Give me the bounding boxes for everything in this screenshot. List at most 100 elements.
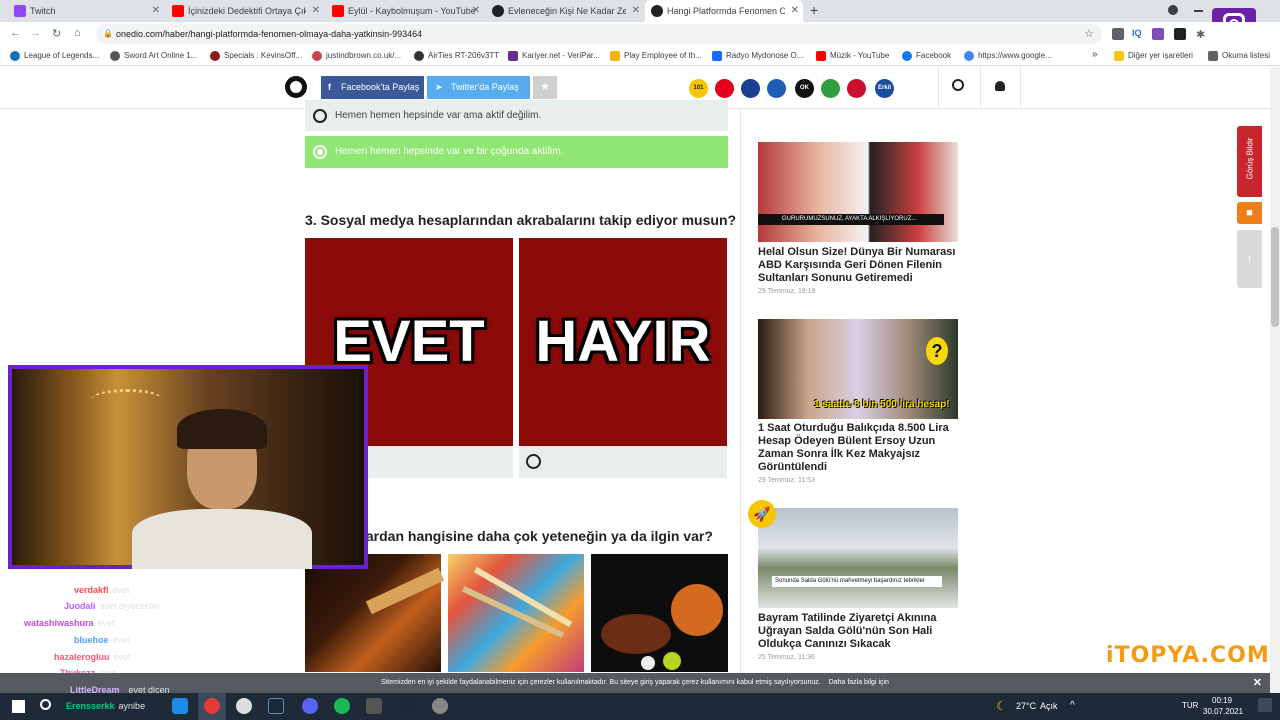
windows-start-icon[interactable] — [12, 700, 25, 713]
bookmark-item[interactable]: Kariyer.net - VeriPar... — [508, 46, 600, 66]
extension-icon[interactable] — [1174, 28, 1186, 40]
weather-temp[interactable]: 27°C — [1016, 701, 1036, 711]
obs-icon[interactable] — [236, 698, 252, 714]
article-image[interactable]: Sonunda Salda Gölü'nü mahvetmeyi başardı… — [758, 508, 958, 608]
paint-palette-image[interactable] — [448, 554, 584, 672]
radio-icon[interactable] — [526, 454, 541, 469]
steam-icon[interactable] — [268, 698, 284, 714]
partner-badge[interactable]: Erkil — [875, 79, 894, 98]
article-image[interactable]: GURURUMUZSUNUZ, AYAKTA ALKIŞLIYORUZ... — [758, 142, 958, 242]
sports-balls-image[interactable] — [591, 554, 728, 672]
partner-badge[interactable] — [847, 79, 866, 98]
close-icon[interactable]: ✕ — [791, 0, 799, 22]
chrome-icon[interactable] — [204, 698, 220, 714]
clock-time[interactable]: 00:19 — [1212, 696, 1232, 705]
tray-chevron-icon[interactable]: ^ — [1070, 700, 1075, 711]
tab-bar: Twitch ✕ İçinizdeki Dedektifi Ortaya Çık… — [0, 0, 1280, 40]
chat-message: hazalerogluu evet — [54, 652, 131, 662]
search-icon[interactable] — [40, 699, 51, 710]
bookmark-item[interactable]: League of Legends... — [10, 46, 99, 66]
mail-icon[interactable] — [172, 698, 188, 714]
cookie-bar: Sitemizden en iyi şekilde faydalanabilme… — [0, 673, 1270, 693]
cookie-more-link[interactable]: Daha fazla bilgi için — [829, 679, 889, 686]
spotify-icon[interactable] — [334, 698, 350, 714]
quiz-option[interactable]: Hemen hemen hepsinde var ama aktif değil… — [305, 100, 728, 131]
facebook-share-button[interactable]: f Facebook'ta Paylaş — [321, 76, 424, 99]
partner-badge[interactable] — [715, 79, 734, 98]
discord-icon[interactable] — [302, 698, 318, 714]
bookmark-item[interactable]: https://www.google... — [964, 46, 1052, 66]
answer-no-card[interactable]: HAYIR — [519, 238, 727, 446]
search-icon[interactable] — [952, 79, 964, 91]
bookmark-item[interactable]: Specials : KevinsOff... — [210, 46, 302, 66]
bookmark-item[interactable]: Radyo Mydonose O... — [712, 46, 803, 66]
question-mark-icon: ? — [926, 337, 948, 365]
puzzle-icon[interactable]: ✱ — [1196, 28, 1205, 41]
reading-list[interactable]: Okuma listesi — [1208, 46, 1270, 66]
profile-icon[interactable] — [1168, 5, 1178, 15]
answer-no-footer[interactable] — [519, 446, 727, 478]
feedback-button[interactable]: Görüş Bildir — [1237, 126, 1262, 197]
onedio-logo[interactable] — [285, 76, 307, 98]
reload-icon[interactable]: ↻ — [52, 27, 61, 40]
home-icon[interactable]: ⌂ — [74, 27, 81, 39]
article-title[interactable]: Bayram Tatilinde Ziyaretçi Akınına Uğray… — [758, 612, 958, 651]
article-title[interactable]: Helal Olsun Size! Dünya Bir Numarası ABD… — [758, 246, 958, 285]
bookmark-item[interactable]: justindbrown.co.uk/... — [312, 46, 401, 66]
back-icon[interactable]: ← — [10, 27, 21, 39]
partner-badge[interactable] — [767, 79, 786, 98]
url-bar[interactable]: 🔒 onedio.com/haber/hangi-platformda-feno… — [96, 24, 1102, 44]
twitter-share-button[interactable]: ➤ Twitter'da Paylaş — [427, 76, 530, 99]
notification-icon[interactable] — [1258, 698, 1272, 712]
language-indicator[interactable]: TUR — [1182, 701, 1198, 710]
scrollbar-thumb[interactable] — [1271, 227, 1279, 327]
bookmarks-overflow[interactable]: » — [1092, 49, 1098, 60]
app-icon[interactable] — [432, 698, 448, 714]
quiz-option-selected[interactable]: Hemen hemen hepsinde var ve bir çoğunda … — [305, 136, 728, 168]
close-icon[interactable]: ✕ — [152, 0, 160, 22]
forward-icon[interactable]: → — [30, 27, 41, 39]
close-icon[interactable]: ✕ — [312, 0, 320, 22]
guitar-image[interactable] — [305, 554, 445, 672]
close-icon[interactable]: ✕ — [632, 0, 640, 22]
steam-icon[interactable] — [400, 698, 416, 714]
partner-badge[interactable]: 101 — [689, 79, 708, 98]
close-icon[interactable]: ✕ — [472, 0, 480, 22]
partner-badge[interactable]: OK — [795, 79, 814, 98]
bookmark-item[interactable]: Facebook — [902, 46, 951, 66]
iq-extension-icon[interactable]: IQ — [1132, 28, 1142, 38]
cookie-close-button[interactable]: ✕ — [1253, 673, 1262, 693]
bookmark-item[interactable]: Müzik - YouTube — [816, 46, 889, 66]
extension-icon[interactable] — [1112, 28, 1124, 40]
partner-badge[interactable] — [741, 79, 760, 98]
favorite-button[interactable]: ★ — [533, 76, 557, 99]
user-icon[interactable] — [995, 81, 1005, 91]
other-bookmarks[interactable]: Diğer yer işaretleri — [1114, 46, 1193, 66]
new-tab-button[interactable]: + — [810, 2, 818, 18]
streamer-shirt — [132, 509, 312, 569]
chat-message: verdakfl evet — [74, 585, 130, 595]
tab-dedektif[interactable]: İçinizdeki Dedektifi Ortaya Çıkaracak ✕ — [166, 0, 324, 22]
scrollbar[interactable] — [1270, 67, 1280, 693]
radio-icon — [313, 109, 327, 123]
tab-eylul[interactable]: Eylül - Kaybolmuşum - YouTube ✕ — [326, 0, 484, 22]
image-caption: 1 saatte 8 bin 500 lira hesap! — [814, 399, 950, 410]
bookmark-item[interactable]: AirTies RT-206v3TT — [414, 46, 499, 66]
bookmark-item[interactable]: Sword Art Online 1... — [110, 46, 197, 66]
weather-desc[interactable]: Açık — [1040, 701, 1058, 711]
bookmark-item[interactable]: Play Employee of th... — [610, 46, 702, 66]
article-image[interactable]: ? 1 saatte 8 bin 500 lira hesap! — [758, 319, 958, 419]
onedio-icon — [492, 5, 504, 17]
comment-icon[interactable]: ■ — [1237, 202, 1262, 224]
app-icon[interactable] — [366, 698, 382, 714]
clock-date[interactable]: 30.07.2021 — [1203, 707, 1243, 716]
article-title[interactable]: 1 Saat Oturduğu Balıkçıda 8.500 Lira Hes… — [758, 422, 958, 474]
star-icon[interactable]: ☆ — [1084, 24, 1094, 44]
gift-icon[interactable] — [1152, 28, 1164, 40]
tab-evlenecegin[interactable]: Evleneceğin Kişi Ne Kadar Zengin ✕ — [486, 0, 644, 22]
scroll-top-button[interactable]: ↑ — [1237, 230, 1262, 288]
partner-badge[interactable] — [821, 79, 840, 98]
tab-hangi-platform[interactable]: Hangi Platformda Fenomen Olma ✕ — [645, 0, 803, 22]
minimize-icon[interactable] — [1194, 10, 1203, 12]
tab-twitch[interactable]: Twitch ✕ — [8, 0, 164, 22]
